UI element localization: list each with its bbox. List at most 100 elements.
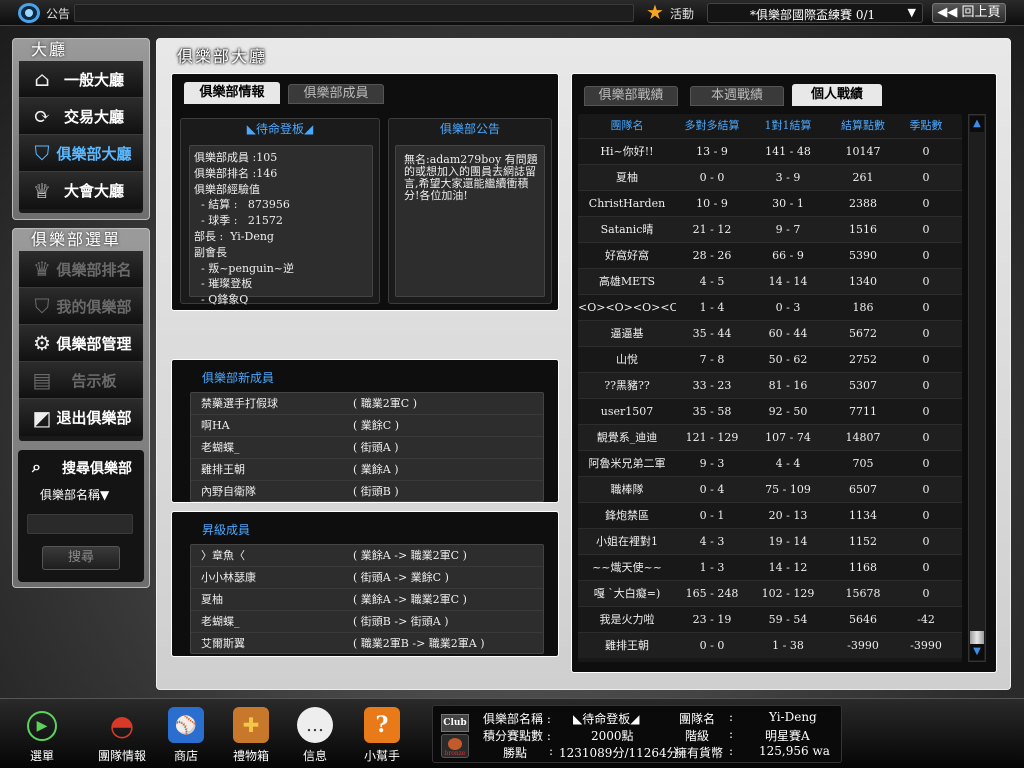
team-cell: 逼逼基 (610, 327, 644, 340)
player-status-box: Club bronze 俱樂部名稱 : ◣待命登板◢ 積分賽點數 : 2000點… (432, 705, 842, 763)
menu-button[interactable]: ▶ 選單 (12, 703, 72, 765)
list-item[interactable]: 老蝴蝶_( 街頭B -> 街頭A ) (191, 611, 543, 633)
info-line: 俱樂部排名 :146 (194, 166, 278, 180)
list-item[interactable]: 禁藥選手打假球( 職業2軍C ) (191, 393, 543, 415)
team-cell: 靚覺系_迪迪 (596, 431, 658, 444)
gift-box-button[interactable]: ✚ 禮物箱 (221, 703, 281, 765)
table-row[interactable]: 阿魯米兄弟二軍 9 - 3 4 - 4 705 0 (578, 450, 962, 476)
announcement-text: 無名:adam279boy 有問題的或想加入的團員去網誌留言,希望大家還能繼續衝… (395, 145, 545, 297)
list-item[interactable]: 雞排王朝( 業餘A ) (191, 459, 543, 481)
team-cell: user1507 (600, 405, 654, 418)
table-row[interactable]: ChristHarden 10 - 9 30 - 1 2388 0 (578, 190, 962, 216)
my-club-shield-icon: ⛉ (34, 294, 50, 318)
team-info-button[interactable]: ◓ 團隊情報 (92, 703, 152, 765)
club-status-title: ◣待命登板◢ (246, 122, 314, 136)
tab-personal-record[interactable]: 個人戰績 (792, 84, 882, 106)
points-cell: 5307 (849, 379, 877, 392)
back-button[interactable]: ◀◀ 回上頁 (932, 3, 1006, 23)
tab-weekly-record[interactable]: 本週戰績 (690, 86, 784, 106)
tab-club-record[interactable]: 俱樂部戰績 (584, 86, 678, 106)
table-row[interactable]: 好窩好窩 28 - 26 66 - 9 5390 0 (578, 242, 962, 268)
sidebar-item-club-hall[interactable]: ⛉ 俱樂部大廳 (19, 135, 143, 172)
sidebar-item-tournament-hall[interactable]: ♕ 大會大廳 (19, 172, 143, 209)
season-points-cell: 0 (922, 145, 930, 158)
table-row[interactable]: 靚覺系_迪迪 121 - 129 107 - 74 14807 0 (578, 424, 962, 450)
activity-dropdown-value: *俱樂部國際盃練賽 0/1 (750, 8, 876, 22)
team-cell: 雞排王朝 (605, 639, 649, 652)
column-header-multi: 多對多結算 (684, 119, 740, 132)
club-info-panel: 俱樂部情報 俱樂部成員 ◣待命登板◢ 俱樂部成員 :105 俱樂部排名 :146… (171, 73, 559, 311)
points-cell: 2388 (849, 197, 877, 210)
search-button[interactable]: 搜尋 (42, 546, 120, 570)
list-item[interactable]: 〉章魚〈( 業餘A -> 職業2軍C ) (191, 545, 543, 567)
table-row[interactable]: 鋒炮禁區 0 - 1 20 - 13 1134 0 (578, 502, 962, 528)
table-row[interactable]: <O><O><O><O><O> 1 - 4 0 - 3 186 0 (578, 294, 962, 320)
club-status-box: ◣待命登板◢ 俱樂部成員 :105 俱樂部排名 :146 俱樂部經驗值 - 結算… (180, 118, 380, 306)
table-row[interactable]: ~~熾天使~~ 1 - 3 14 - 12 1168 0 (578, 554, 962, 580)
table-row[interactable]: 小姐在裡對1 4 - 3 19 - 14 1152 0 (578, 528, 962, 554)
sidebar-item-trade-hall[interactable]: ⟳ 交易大廳 (19, 98, 143, 135)
tab-club-members[interactable]: 俱樂部成員 (288, 84, 384, 104)
search-input[interactable] (27, 514, 133, 534)
single-record-cell: 19 - 14 (768, 535, 808, 548)
multi-record-cell: 4 - 3 (699, 535, 725, 548)
list-item[interactable]: 內野自衛隊( 街頭B ) (191, 481, 543, 503)
season-points-cell: -42 (917, 613, 935, 626)
table-row[interactable]: 職棒隊 0 - 4 75 - 109 6507 0 (578, 476, 962, 502)
table-row[interactable]: 我是火力啦 23 - 19 59 - 54 5646 -42 (578, 606, 962, 632)
multi-record-cell: 21 - 12 (692, 223, 732, 236)
helper-button[interactable]: ? 小幫手 (352, 703, 412, 765)
win-points-label: 勝點 (503, 746, 528, 760)
table-row[interactable]: 逼逼基 35 - 44 60 - 44 5672 0 (578, 320, 962, 346)
table-row[interactable]: 嘎 `大白癡=) 165 - 248 102 - 129 15678 0 (578, 580, 962, 606)
hall-panel: 大廳 ⌂ 一般大廳 ⟳ 交易大廳 ⛉ 俱樂部大廳 ♕ 大會大廳 (12, 38, 150, 220)
search-field-select[interactable]: 俱樂部名稱▼ (40, 486, 109, 503)
table-row[interactable]: 高雄METS 4 - 5 14 - 14 1340 0 (578, 268, 962, 294)
table-row[interactable]: user1507 35 - 58 92 - 50 7711 0 (578, 398, 962, 424)
shop-basket-icon: ⚾ (168, 707, 204, 743)
message-bubble-icon: … (297, 707, 333, 743)
table-row[interactable]: ??黑豬?? 33 - 23 81 - 16 5307 0 (578, 372, 962, 398)
list-item[interactable]: 老蝴蝶_( 街頭A ) (191, 437, 543, 459)
season-points-cell: 0 (922, 535, 930, 548)
messages-button[interactable]: … 信息 (285, 703, 345, 765)
table-row[interactable]: 夏柚 0 - 0 3 - 9 261 0 (578, 164, 962, 190)
table-row[interactable]: Hi~你好!! 13 - 9 141 - 48 10147 0 (578, 138, 962, 164)
sidebar-item-club-management[interactable]: ⚙ 俱樂部管理 (19, 325, 143, 362)
sidebar-item-club-ranking[interactable]: ♛ 俱樂部排名 (19, 251, 143, 288)
season-points-cell: 0 (922, 457, 930, 470)
sidebar-item-notice-board[interactable]: ▤ 告示板 (19, 362, 143, 399)
table-row[interactable]: 雞排王朝 0 - 0 1 - 38 -3990 -3990 (578, 632, 962, 658)
shop-button[interactable]: ⚾ 商店 (156, 703, 216, 765)
helmet-icon: ◓ (109, 708, 135, 742)
points-cell: 5646 (849, 613, 877, 626)
team-cell: Satanic晴 (600, 223, 654, 236)
team-cell: 高雄METS (598, 275, 656, 288)
list-item[interactable]: 夏柚( 業餘A -> 職業2軍C ) (191, 589, 543, 611)
sidebar-item-general-hall[interactable]: ⌂ 一般大廳 (19, 61, 143, 98)
single-record-cell: 30 - 1 (772, 197, 804, 210)
scroll-up-icon[interactable]: ▲ (970, 116, 984, 132)
team-name-label: 團隊名 (679, 712, 716, 726)
new-members-panel: 俱樂部新成員 禁藥選手打假球( 職業2軍C ) 啊HA( 業餘C ) 老蝴蝶_(… (171, 359, 559, 503)
stats-scrollbar[interactable]: ▲ ▼ (968, 114, 986, 662)
rank-label: 階級 (685, 729, 710, 743)
info-line: - 璀璨登板 (194, 277, 253, 291)
tab-club-info[interactable]: 俱樂部情報 (184, 82, 280, 104)
list-item[interactable]: 啊HA( 業餘C ) (191, 415, 543, 437)
activity-dropdown[interactable]: *俱樂部國際盃練賽 0/1 ▼ (707, 3, 923, 23)
points-cell: 14807 (845, 431, 881, 444)
multi-record-cell: 121 - 129 (685, 431, 739, 444)
list-item[interactable]: 小小林瑟康( 街頭A -> 業餘C ) (191, 567, 543, 589)
scroll-down-icon[interactable]: ▼ (970, 644, 984, 660)
sidebar-item-my-club[interactable]: ⛉ 我的俱樂部 (19, 288, 143, 325)
table-row[interactable]: Satanic晴 21 - 12 9 - 7 1516 0 (578, 216, 962, 242)
multi-record-cell: 0 - 1 (699, 509, 725, 522)
single-record-cell: 75 - 109 (765, 483, 811, 496)
list-item[interactable]: 艾爾斯翼( 職業2軍B -> 職業2軍A ) (191, 633, 543, 655)
announcement-title: 俱樂部公告 (439, 122, 500, 136)
sidebar-item-leave-club[interactable]: ◩ 退出俱樂部 (19, 399, 143, 436)
points-cell: 1152 (849, 535, 877, 548)
multi-record-cell: 1 - 4 (699, 301, 725, 314)
table-row[interactable]: 山悅 7 - 8 50 - 62 2752 0 (578, 346, 962, 372)
